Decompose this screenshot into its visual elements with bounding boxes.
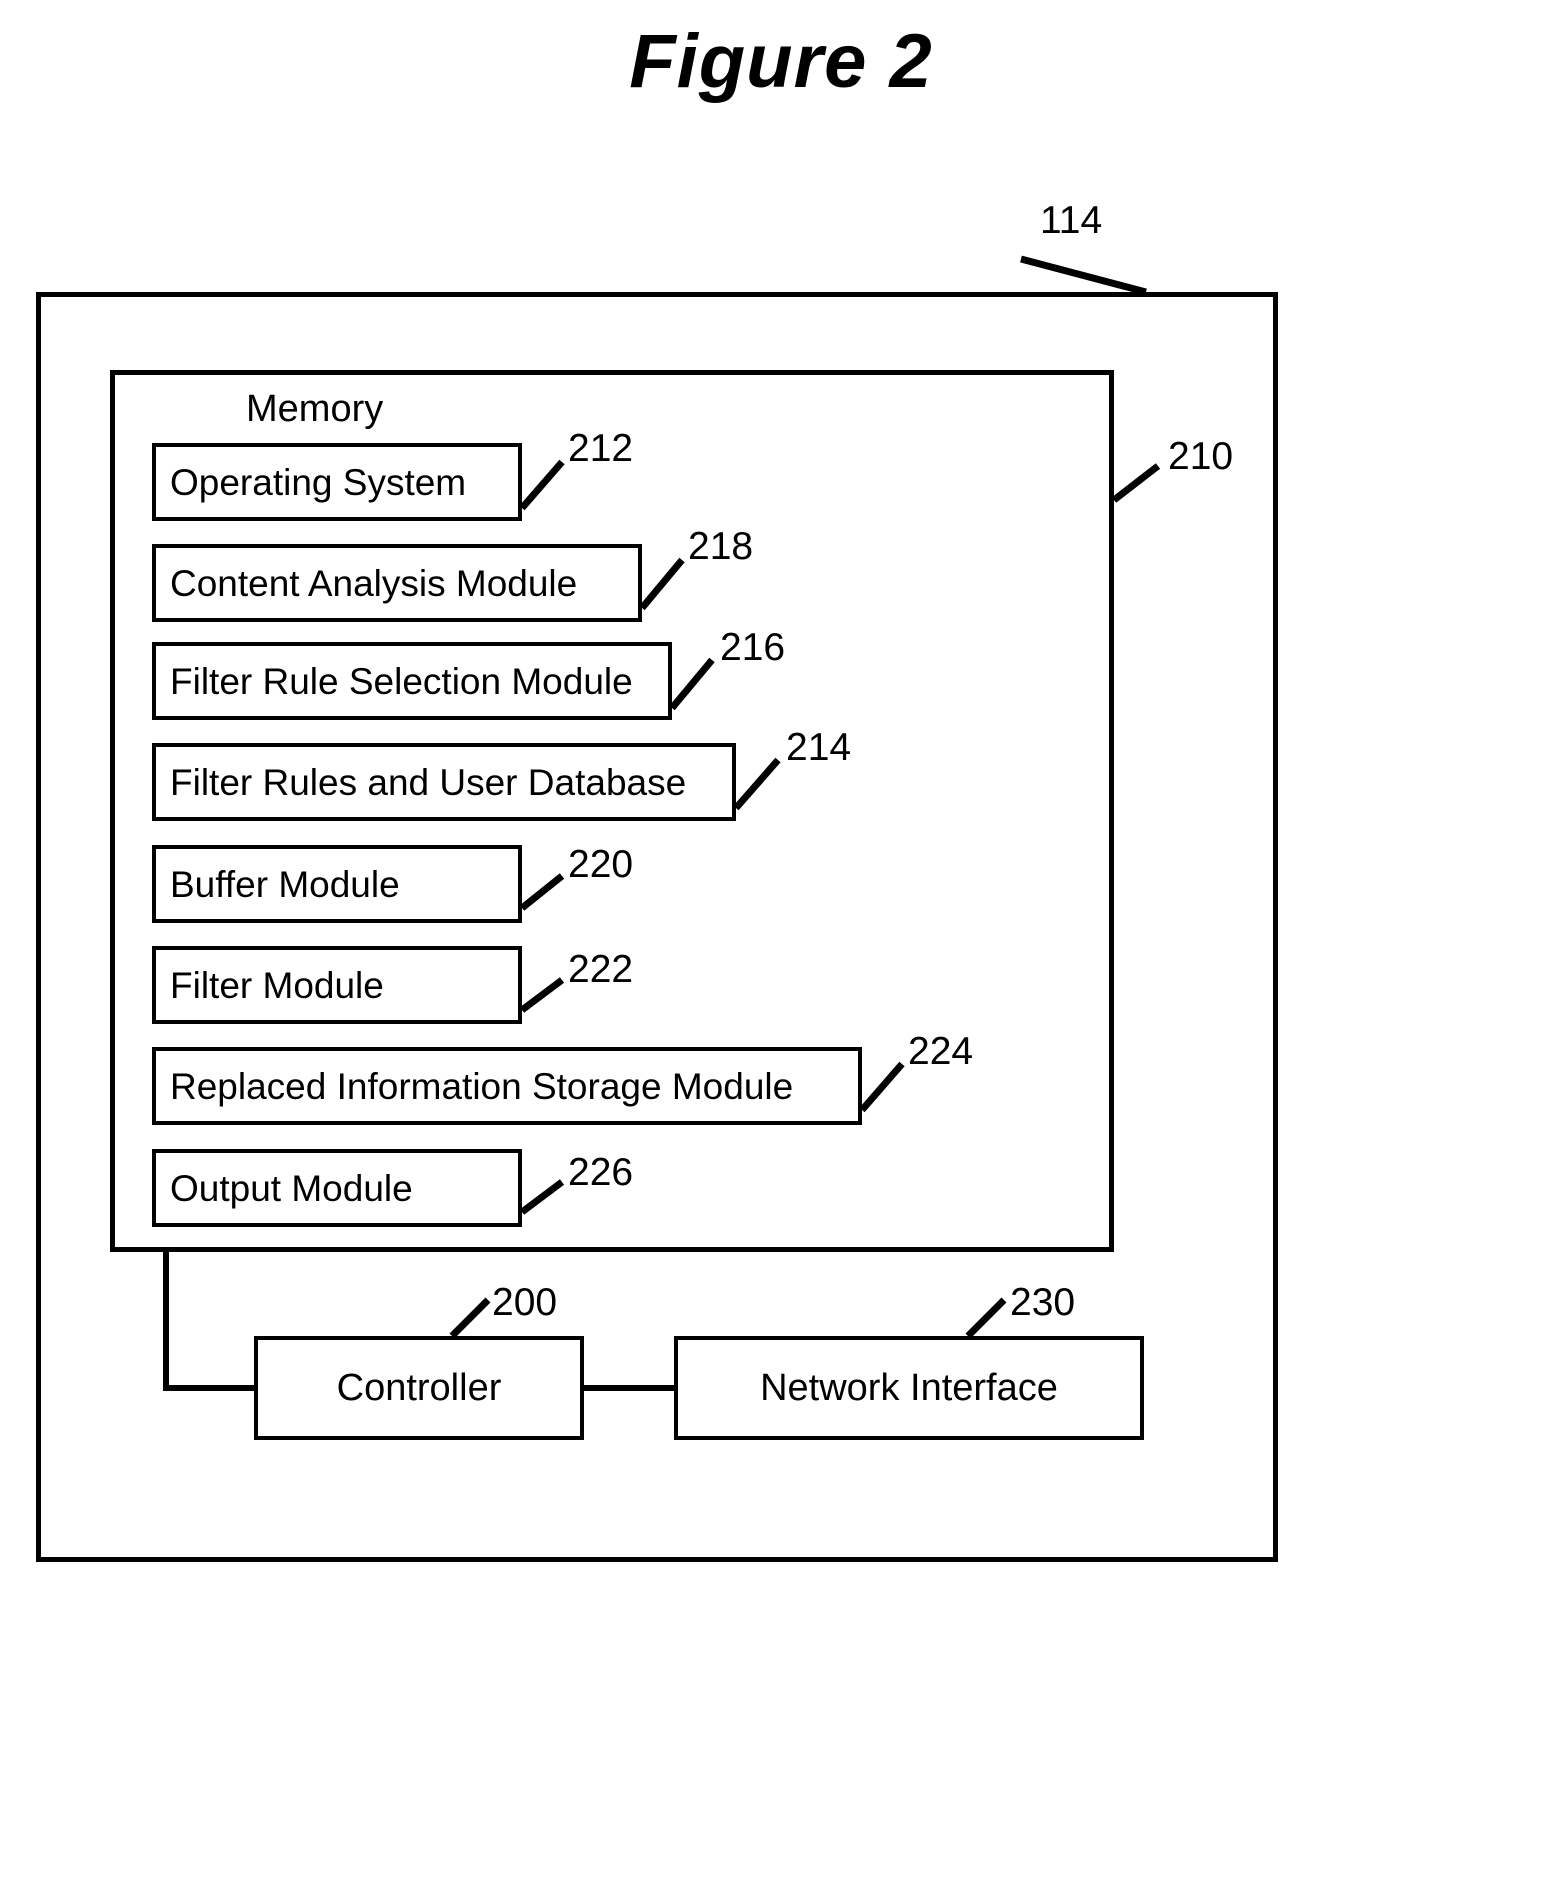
module-box-output: Output Module [152, 1149, 522, 1227]
reference-numeral-230: 230 [1010, 1281, 1076, 1324]
reference-numeral-212: 212 [568, 427, 634, 470]
reference-numeral-220: 220 [568, 843, 634, 886]
leader-line-114 [1020, 255, 1147, 296]
module-label: Filter Module [170, 964, 384, 1006]
module-box-replaced-information-storage: Replaced Information Storage Module [152, 1047, 862, 1125]
module-box-operating-system: Operating System [152, 443, 522, 521]
memory-caption: Memory [246, 388, 384, 430]
reference-numeral-114: 114 [1040, 199, 1103, 242]
module-box-content-analysis: Content Analysis Module [152, 544, 642, 622]
module-label: Buffer Module [170, 863, 400, 905]
figure-canvas: Figure 2 Memory Operating System Content… [0, 0, 1562, 1886]
module-label: Replaced Information Storage Module [170, 1065, 794, 1107]
module-box-buffer: Buffer Module [152, 845, 522, 923]
network-interface-box: Network Interface [674, 1336, 1144, 1440]
reference-numeral-218: 218 [688, 525, 754, 568]
network-interface-label: Network Interface [760, 1367, 1058, 1409]
page-title: Figure 2 [629, 19, 933, 104]
module-label: Output Module [170, 1167, 413, 1209]
reference-numeral-224: 224 [908, 1030, 974, 1073]
module-box-filter: Filter Module [152, 946, 522, 1024]
module-label: Filter Rule Selection Module [170, 660, 633, 702]
reference-numeral-216: 216 [720, 626, 786, 669]
controller-label: Controller [336, 1367, 502, 1409]
controller-box: Controller [254, 1336, 584, 1440]
reference-numeral-222: 222 [568, 948, 634, 991]
module-box-filter-rules-user-database: Filter Rules and User Database [152, 743, 736, 821]
module-label: Filter Rules and User Database [170, 761, 687, 803]
module-box-filter-rule-selection: Filter Rule Selection Module [152, 642, 672, 720]
reference-numeral-210: 210 [1168, 435, 1234, 478]
module-label: Operating System [170, 461, 467, 503]
module-label: Content Analysis Module [170, 562, 578, 604]
reference-numeral-200: 200 [492, 1281, 558, 1324]
reference-numeral-214: 214 [786, 726, 852, 769]
reference-numeral-226: 226 [568, 1151, 634, 1194]
